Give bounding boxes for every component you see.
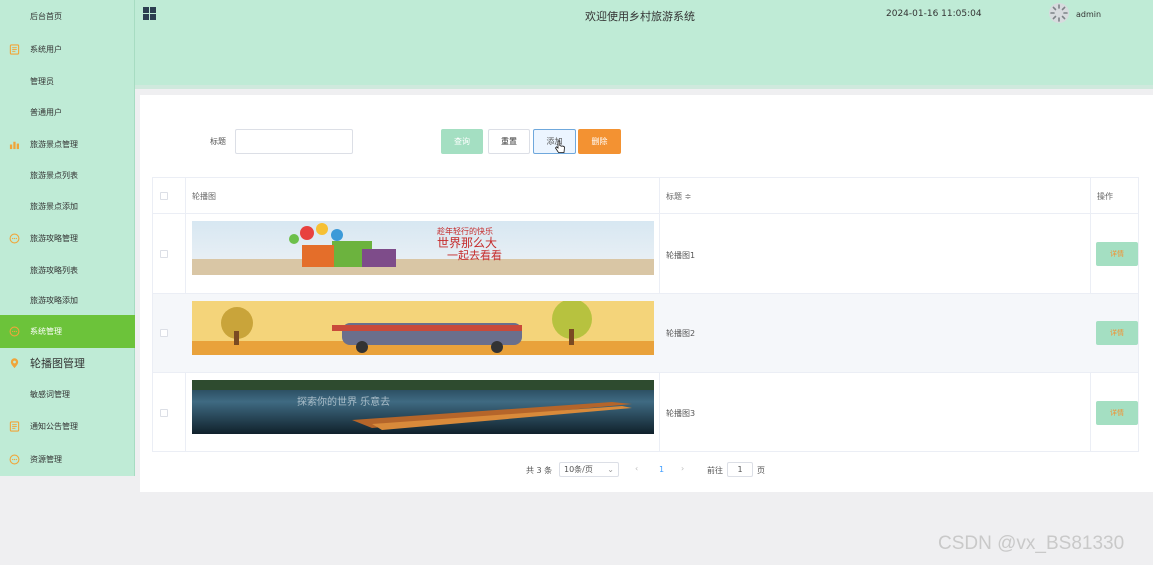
column-header-actions: 操作 bbox=[1097, 192, 1113, 201]
prev-page-icon[interactable]: ‹ bbox=[635, 464, 638, 473]
sidebar-item-label: 旅游景点添加 bbox=[30, 201, 78, 211]
sidebar-item-scenic-management[interactable]: 旅游景点管理 bbox=[0, 129, 135, 159]
document-icon bbox=[9, 43, 20, 55]
username[interactable]: admin bbox=[1076, 10, 1101, 19]
row-title: 轮播图3 bbox=[666, 409, 696, 418]
sidebar-item-sensitive-words[interactable]: 敏感词管理 bbox=[0, 379, 135, 409]
sidebar-item-label: 旅游攻略列表 bbox=[30, 265, 78, 275]
search-title-label: 标题 bbox=[210, 137, 226, 146]
next-page-icon[interactable]: › bbox=[681, 464, 684, 473]
top-header: 欢迎使用乡村旅游系统 2024-01-16 11:05:04 admin bbox=[135, 0, 1153, 89]
sidebar-item-notice-management[interactable]: 通知公告管理 bbox=[0, 411, 135, 441]
avatar[interactable] bbox=[1048, 2, 1070, 24]
main-panel: 标题 查询 重置 添加 删除 轮播图 标题 ≑ 操作 趁年轻行的快乐 世界那么大… bbox=[140, 95, 1153, 492]
pagination-total: 共 3 条 bbox=[526, 466, 553, 475]
hand-cursor-icon bbox=[555, 140, 565, 153]
carousel-image-1[interactable]: 趁年轻行的快乐 世界那么大 一起去看看 bbox=[192, 221, 654, 275]
goto-label: 前往 bbox=[707, 466, 723, 475]
watermark: CSDN @vx_BS81330 bbox=[938, 533, 1125, 554]
sidebar-item-scenic-add[interactable]: 旅游景点添加 bbox=[0, 191, 135, 221]
sidebar-item-label: 敏感词管理 bbox=[30, 389, 70, 399]
sidebar-item-regular-users[interactable]: 普通用户 bbox=[0, 97, 135, 127]
row-checkbox[interactable] bbox=[160, 329, 168, 337]
sidebar-item-label: 资源管理 bbox=[30, 454, 62, 464]
menu-grid-icon[interactable] bbox=[143, 7, 156, 20]
sidebar-item-label: 旅游攻略管理 bbox=[30, 233, 78, 243]
sidebar-item-label: 系统用户 bbox=[30, 44, 62, 54]
search-title-input[interactable] bbox=[235, 129, 353, 154]
bar-chart-icon bbox=[9, 141, 19, 149]
query-button[interactable]: 查询 bbox=[441, 129, 483, 154]
row-title: 轮播图2 bbox=[666, 329, 696, 338]
sidebar-item-label: 旅游景点列表 bbox=[30, 170, 78, 180]
sidebar-item-label: 轮播图管理 bbox=[30, 357, 85, 370]
sidebar-item-scenic-list[interactable]: 旅游景点列表 bbox=[0, 160, 135, 190]
current-datetime: 2024-01-16 11:05:04 bbox=[886, 9, 982, 19]
select-all-checkbox[interactable] bbox=[160, 192, 168, 200]
sidebar-item-system-users[interactable]: 系统用户 bbox=[0, 34, 135, 64]
sidebar-item-label: 旅游攻略添加 bbox=[30, 295, 78, 305]
column-header-title[interactable]: 标题 ≑ bbox=[666, 191, 691, 202]
sidebar-item-label: 普通用户 bbox=[30, 107, 62, 117]
row-checkbox[interactable] bbox=[160, 409, 168, 417]
current-page-number[interactable]: 1 bbox=[659, 465, 664, 474]
location-pin-icon bbox=[10, 357, 19, 368]
app-title: 欢迎使用乡村旅游系统 bbox=[585, 10, 695, 23]
table-row: 趁年轻行的快乐 世界那么大 一起去看看 轮播图1 详情 bbox=[153, 214, 1138, 294]
sidebar-item-resource-management[interactable]: 资源管理 bbox=[0, 444, 135, 474]
reset-button[interactable]: 重置 bbox=[488, 129, 530, 154]
delete-button[interactable]: 删除 bbox=[578, 129, 621, 154]
carousel-table: 轮播图 标题 ≑ 操作 趁年轻行的快乐 世界那么大 一起去看看 轮播图1 详情 bbox=[152, 177, 1139, 452]
page-size-select[interactable]: 10条/页 ⌄ bbox=[559, 462, 619, 477]
chat-icon bbox=[9, 454, 20, 464]
chat-icon bbox=[9, 326, 20, 337]
page-suffix-label: 页 bbox=[757, 466, 765, 475]
detail-button[interactable]: 详情 bbox=[1096, 401, 1138, 425]
goto-page-input[interactable]: 1 bbox=[727, 462, 753, 477]
sidebar-item-guide-add[interactable]: 旅游攻略添加 bbox=[0, 285, 135, 315]
pagination: 共 3 条 10条/页 ⌄ ‹ 1 › 前往 1 页 bbox=[140, 462, 1153, 478]
sidebar-item-admins[interactable]: 管理员 bbox=[0, 66, 135, 96]
sidebar-item-label: 系统管理 bbox=[30, 327, 62, 336]
sidebar-item-label: 管理员 bbox=[30, 76, 54, 86]
sidebar-item-carousel-management[interactable]: 轮播图管理 bbox=[0, 348, 135, 378]
banner-text: 一起去看看 bbox=[447, 248, 502, 262]
detail-button[interactable]: 详情 bbox=[1096, 321, 1138, 345]
page-size-value: 10条/页 bbox=[564, 465, 593, 474]
table-row: 探索你的世界 乐意去 轮播图3 详情 bbox=[153, 373, 1138, 452]
sidebar-item-system-management[interactable]: 系统管理 bbox=[0, 315, 135, 348]
banner-text: 趁年轻行的快乐 bbox=[437, 226, 493, 236]
chevron-down-icon: ⌄ bbox=[607, 465, 614, 474]
carousel-image-3[interactable]: 探索你的世界 乐意去 bbox=[192, 380, 654, 434]
sidebar-item-guide-management[interactable]: 旅游攻略管理 bbox=[0, 223, 135, 253]
table-row: 轮播图2 详情 bbox=[153, 294, 1138, 373]
table-header-row: 轮播图 标题 ≑ 操作 bbox=[153, 178, 1138, 214]
row-title: 轮播图1 bbox=[666, 251, 696, 260]
banner-text: 世界那么大 bbox=[437, 236, 497, 250]
sidebar-item-home[interactable]: 后台首页 bbox=[0, 1, 135, 31]
document-icon bbox=[9, 420, 20, 432]
sidebar-item-label: 后台首页 bbox=[30, 11, 62, 21]
sidebar-item-label: 通知公告管理 bbox=[30, 421, 78, 431]
sidebar: 后台首页 系统用户 管理员 普通用户 旅游景点管理 旅游景点列表 旅游景点添加 … bbox=[0, 0, 135, 476]
row-checkbox[interactable] bbox=[160, 250, 168, 258]
chat-icon bbox=[9, 233, 20, 243]
carousel-image-2[interactable] bbox=[192, 301, 654, 355]
banner-text: 探索你的世界 乐意去 bbox=[297, 395, 390, 408]
sidebar-item-label: 旅游景点管理 bbox=[30, 139, 78, 149]
sidebar-item-guide-list[interactable]: 旅游攻略列表 bbox=[0, 255, 135, 285]
detail-button[interactable]: 详情 bbox=[1096, 242, 1138, 266]
column-header-image: 轮播图 bbox=[192, 192, 216, 201]
